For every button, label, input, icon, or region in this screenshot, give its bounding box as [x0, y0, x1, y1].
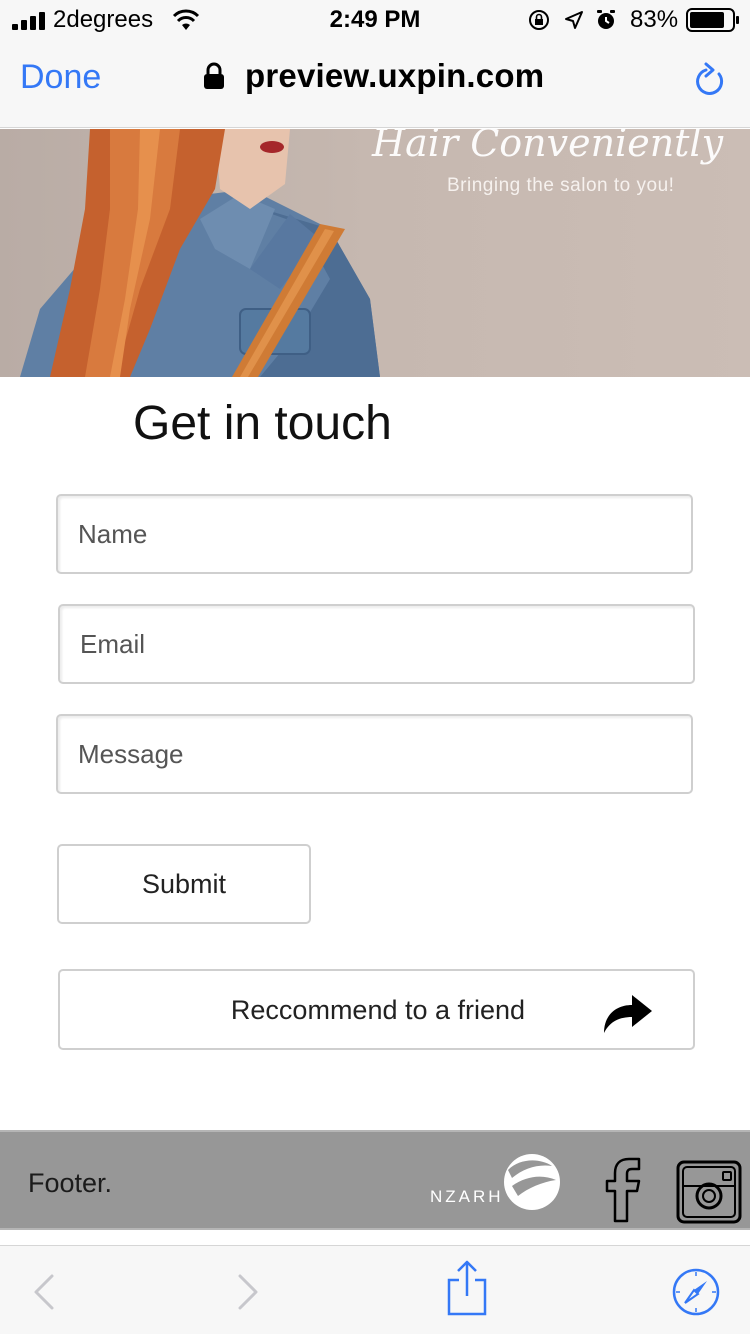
padlock-icon	[204, 62, 224, 89]
location-icon	[565, 11, 583, 29]
address-bar[interactable]: preview.uxpin.com	[203, 57, 544, 95]
battery-icon	[686, 8, 739, 32]
share-arrow-icon	[604, 995, 652, 1033]
hero-subtitle: Bringing the salon to you!	[447, 175, 675, 196]
message-input[interactable]	[56, 714, 693, 794]
alarm-icon	[597, 10, 615, 29]
email-input[interactable]	[58, 604, 695, 684]
reload-icon[interactable]	[692, 60, 728, 100]
share-icon[interactable]	[445, 1260, 489, 1316]
browser-bar: Done preview.uxpin.com	[0, 40, 750, 128]
footer: Footer. NZARH	[0, 1130, 750, 1230]
instagram-icon[interactable]	[676, 1160, 742, 1224]
url-text: preview.uxpin.com	[245, 57, 545, 94]
nzarh-logo[interactable]: NZARH	[428, 1152, 564, 1220]
name-input[interactable]	[56, 494, 693, 574]
hero-tagline: Hair Conveniently	[372, 129, 724, 165]
battery-percentage: 83%	[630, 6, 679, 33]
done-button[interactable]: Done	[20, 58, 101, 97]
recommend-button[interactable]: Reccommend to a friend	[58, 969, 695, 1050]
hero-banner: Hair Conveniently Bringing the salon to …	[0, 129, 750, 377]
browser-toolbar	[0, 1245, 750, 1334]
safari-compass-icon[interactable]	[671, 1267, 721, 1317]
submit-button[interactable]: Submit	[57, 844, 311, 924]
orientation-lock-icon	[529, 10, 549, 30]
facebook-icon[interactable]	[603, 1157, 645, 1223]
section-title: Get in touch	[133, 397, 392, 450]
forward-arrow-icon[interactable]	[236, 1272, 262, 1312]
hero-model-image	[20, 129, 380, 377]
back-arrow-icon[interactable]	[30, 1272, 56, 1312]
logo-text: NZARH	[430, 1187, 504, 1206]
status-bar: 2degrees 2:49 PM 83%	[0, 0, 750, 40]
footer-text: Footer.	[28, 1168, 113, 1198]
